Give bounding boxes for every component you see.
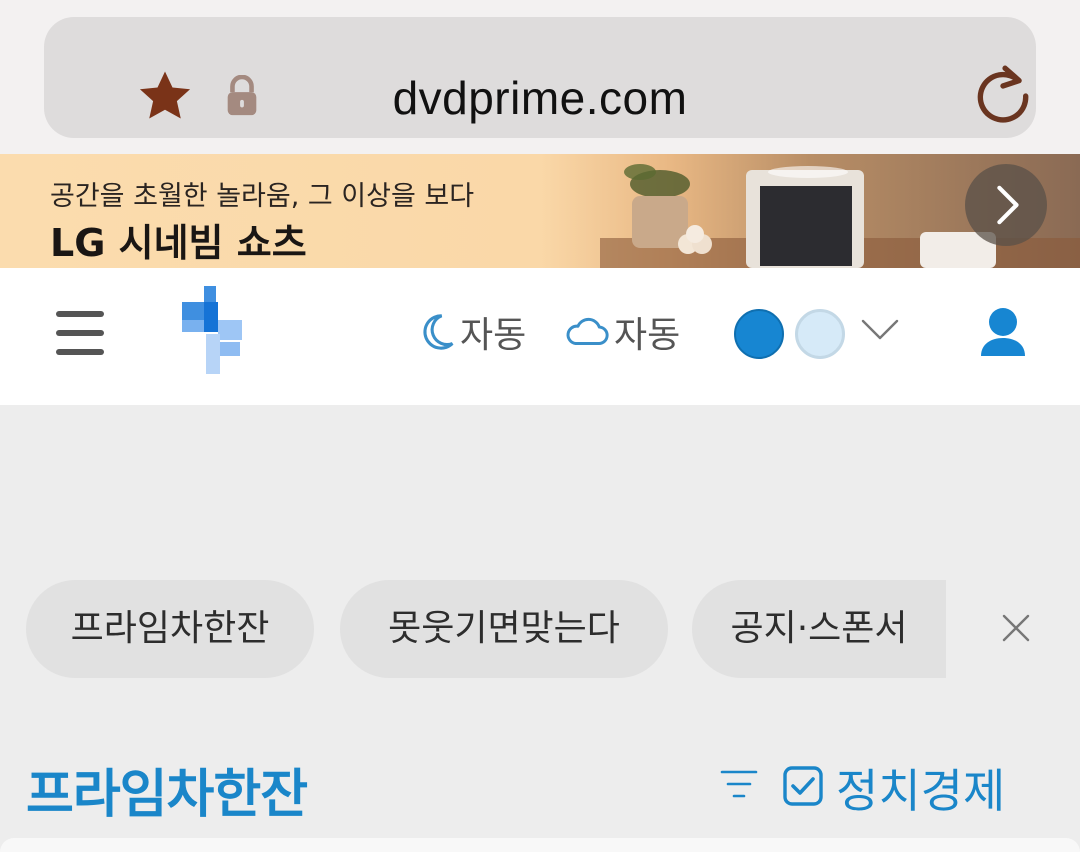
url-text[interactable]: dvdprime.com	[44, 71, 1036, 125]
reload-icon[interactable]	[972, 61, 1034, 127]
theme-color-light[interactable]	[795, 309, 845, 359]
dark-mode-label: 자동	[460, 315, 527, 356]
ad-banner[interactable]: 공간을 초월한 놀라움, 그 이상을 보다 LG 시네빔 쇼츠	[0, 154, 1080, 268]
cloud-icon	[566, 317, 609, 345]
tab-funny[interactable]: 못웃기면맞는다	[340, 580, 668, 678]
site-header: 자동 자동	[0, 268, 1080, 405]
tab-notice-sponsor[interactable]: 공지·스폰서	[692, 580, 946, 678]
weather-mode-label: 자동	[614, 315, 681, 356]
browser-address-bar[interactable]: dvdprime.com	[44, 17, 1036, 138]
hamburger-menu-icon[interactable]	[56, 311, 104, 355]
page-title: 프라임차한잔	[26, 765, 308, 825]
moon-icon	[423, 314, 454, 350]
dp-logo[interactable]	[178, 286, 244, 376]
chevron-down-icon[interactable]	[860, 318, 900, 342]
theme-color-blue[interactable]	[734, 309, 784, 359]
close-icon[interactable]	[1000, 612, 1032, 644]
ad-next-button[interactable]	[965, 164, 1047, 246]
ad-headline: LG 시네빔 쇼츠	[50, 221, 307, 265]
content-card-top	[0, 838, 1080, 852]
checkbox-icon[interactable]	[782, 765, 824, 807]
filter-category-label[interactable]: 정치경제	[836, 755, 1005, 821]
filter-icon[interactable]	[720, 766, 758, 802]
ad-subtitle: 공간을 초월한 놀라움, 그 이상을 보다	[50, 181, 475, 212]
weather-mode-toggle[interactable]: 자동	[564, 306, 680, 358]
chevron-right-icon	[997, 185, 1019, 225]
dark-mode-toggle[interactable]: 자동	[418, 306, 526, 358]
user-icon[interactable]	[980, 306, 1026, 358]
tab-prime-tea[interactable]: 프라임차한잔	[26, 580, 314, 678]
